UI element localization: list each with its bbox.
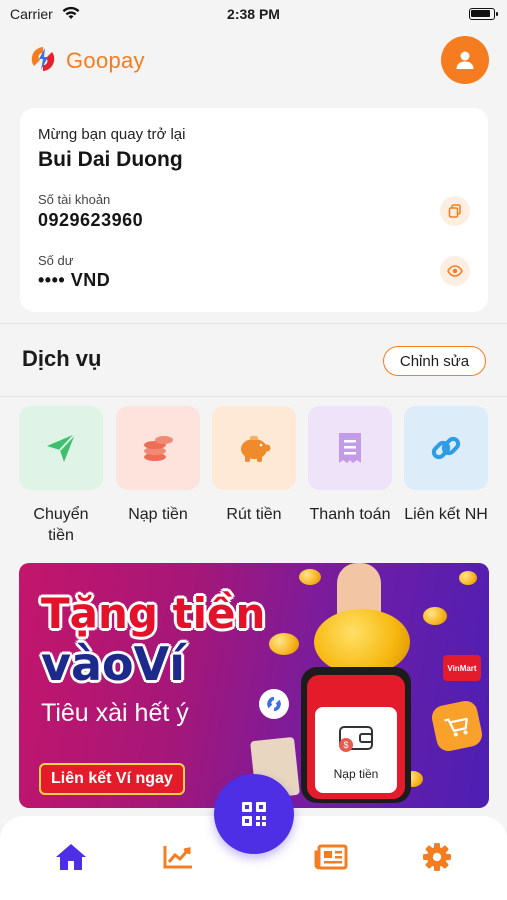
- account-card: Mừng bạn quay trở lại Bui Dai Duong Số t…: [20, 108, 488, 312]
- service-withdraw[interactable]: Rút tiền: [212, 406, 296, 525]
- phone-card-label: Nạp tiền: [333, 767, 379, 781]
- service-transfer[interactable]: Chuyển tiền: [19, 406, 103, 546]
- service-tile: [116, 406, 200, 490]
- profile-button[interactable]: [441, 36, 489, 84]
- coin-decoration: [269, 633, 299, 655]
- service-bank-link[interactable]: Liên kết NH: [404, 406, 488, 525]
- phone-card: $ Nạp tiền: [315, 707, 397, 793]
- qr-scan-button[interactable]: [214, 774, 294, 854]
- promo-banner[interactable]: Tặng tiền vàoVí Tiêu xài hết ý Liên kết …: [19, 563, 489, 808]
- big-coin-decoration: [314, 609, 410, 675]
- goopay-logo: [28, 44, 58, 74]
- wallet-icon: $: [339, 726, 373, 752]
- piggy-bank-icon: [241, 436, 271, 462]
- svg-text:$: $: [343, 740, 348, 750]
- coin-decoration: [299, 569, 321, 585]
- banner-title-line1: Tặng tiền: [41, 589, 266, 638]
- service-label: Thanh toán: [309, 506, 391, 523]
- service-payment[interactable]: Thanh toán: [308, 406, 392, 525]
- coin-decoration: [459, 571, 477, 585]
- service-tile: [404, 406, 488, 490]
- phone-illustration: $ Nạp tiền: [301, 667, 411, 803]
- chart-icon: [163, 846, 192, 869]
- service-label: Nạp tiền: [128, 506, 188, 523]
- tab-statistics[interactable]: [160, 842, 196, 872]
- cart-icon: [444, 717, 468, 737]
- service-label: Rút tiền: [226, 506, 282, 523]
- divider: [0, 396, 507, 397]
- services-title: Dịch vụ: [22, 346, 102, 371]
- user-icon: [456, 51, 474, 69]
- brand-name: Goopay: [66, 48, 145, 73]
- banner-title-line2: vàoVí: [41, 637, 185, 691]
- coins-icon: [144, 436, 173, 461]
- toggle-balance-button[interactable]: [440, 256, 470, 286]
- gear-icon: [423, 843, 451, 871]
- balance-label: Số dư: [38, 253, 74, 268]
- eye-icon: [447, 265, 463, 277]
- goopay-logo-icon: [267, 696, 281, 712]
- banner-subtitle: Tiêu xài hết ý: [41, 699, 189, 727]
- tab-settings[interactable]: [419, 842, 455, 872]
- status-bar: Carrier 2:38 PM: [0, 0, 507, 30]
- goopay-badge: [259, 689, 289, 719]
- user-name: Bui Dai Duong: [38, 148, 183, 171]
- account-number-label: Số tài khoản: [38, 192, 111, 207]
- tab-news[interactable]: [313, 842, 349, 872]
- service-topup[interactable]: Nạp tiền: [116, 406, 200, 525]
- tab-home[interactable]: [53, 842, 89, 872]
- home-icon: [56, 844, 86, 870]
- app-header: Goopay: [0, 36, 507, 86]
- qr-code-icon: [242, 802, 266, 826]
- copy-button[interactable]: [440, 196, 470, 226]
- battery-icon: [469, 8, 498, 20]
- service-label: Chuyển tiền: [33, 506, 89, 544]
- divider: [0, 323, 507, 324]
- news-icon: [314, 844, 348, 870]
- copy-icon: [448, 204, 461, 218]
- vinmart-badge: VinMart: [443, 655, 481, 681]
- service-tile: [19, 406, 103, 490]
- banner-cta-button[interactable]: Liên kết Ví ngay: [39, 763, 185, 795]
- edit-services-button[interactable]: Chỉnh sửa: [383, 346, 486, 376]
- clock: 2:38 PM: [227, 6, 280, 22]
- service-tile: [308, 406, 392, 490]
- coin-decoration: [423, 607, 447, 625]
- receipt-icon: [339, 433, 361, 463]
- balance-value: •••• VND: [38, 270, 111, 290]
- link-icon: [431, 436, 461, 460]
- send-icon: [47, 433, 76, 462]
- service-tile: [212, 406, 296, 490]
- cart-badge: [429, 698, 485, 754]
- service-label: Liên kết NH: [404, 506, 488, 523]
- account-number: 0929623960: [38, 210, 144, 230]
- welcome-text: Mừng bạn quay trở lại: [38, 126, 186, 143]
